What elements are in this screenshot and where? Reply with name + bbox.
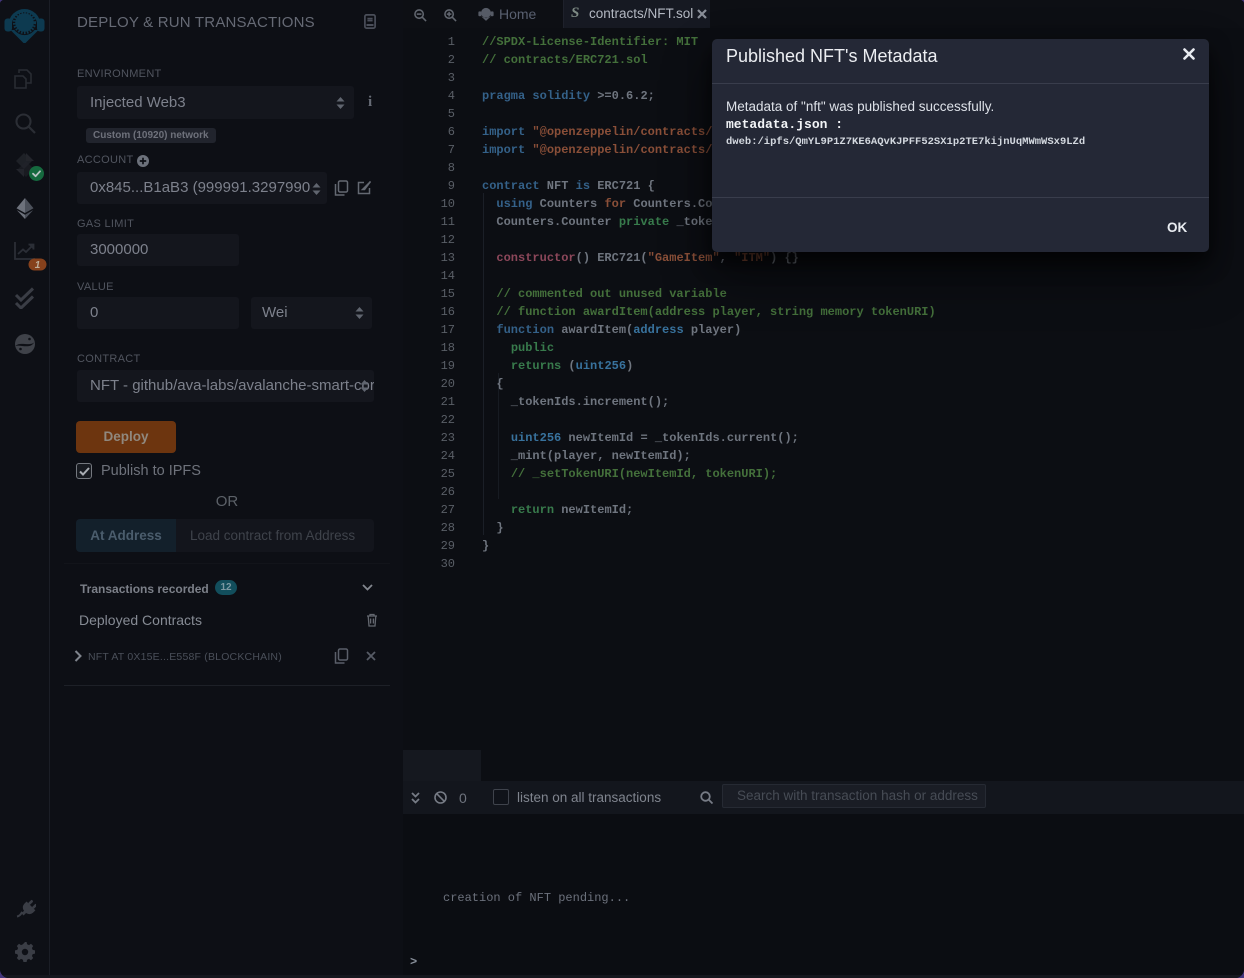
svg-text:1: 1 <box>35 260 41 271</box>
